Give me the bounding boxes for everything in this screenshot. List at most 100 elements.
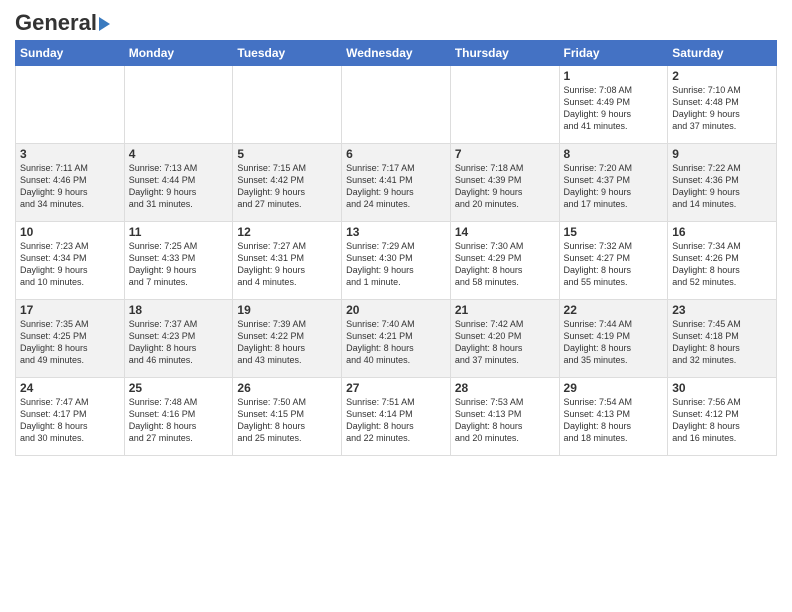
day-number: 20 [346, 303, 446, 317]
day-info: Sunrise: 7:32 AM Sunset: 4:27 PM Dayligh… [564, 240, 664, 289]
calendar-cell: 9Sunrise: 7:22 AM Sunset: 4:36 PM Daylig… [668, 144, 777, 222]
calendar-cell: 4Sunrise: 7:13 AM Sunset: 4:44 PM Daylig… [124, 144, 233, 222]
calendar-cell: 20Sunrise: 7:40 AM Sunset: 4:21 PM Dayli… [342, 300, 451, 378]
day-info: Sunrise: 7:29 AM Sunset: 4:30 PM Dayligh… [346, 240, 446, 289]
day-info: Sunrise: 7:11 AM Sunset: 4:46 PM Dayligh… [20, 162, 120, 211]
day-number: 10 [20, 225, 120, 239]
calendar-cell [124, 66, 233, 144]
calendar-cell: 12Sunrise: 7:27 AM Sunset: 4:31 PM Dayli… [233, 222, 342, 300]
day-number: 22 [564, 303, 664, 317]
calendar-cell: 28Sunrise: 7:53 AM Sunset: 4:13 PM Dayli… [450, 378, 559, 456]
day-info: Sunrise: 7:34 AM Sunset: 4:26 PM Dayligh… [672, 240, 772, 289]
page-header: General [15, 10, 777, 32]
calendar-cell: 5Sunrise: 7:15 AM Sunset: 4:42 PM Daylig… [233, 144, 342, 222]
day-info: Sunrise: 7:54 AM Sunset: 4:13 PM Dayligh… [564, 396, 664, 445]
calendar-cell: 30Sunrise: 7:56 AM Sunset: 4:12 PM Dayli… [668, 378, 777, 456]
calendar-cell: 16Sunrise: 7:34 AM Sunset: 4:26 PM Dayli… [668, 222, 777, 300]
day-info: Sunrise: 7:44 AM Sunset: 4:19 PM Dayligh… [564, 318, 664, 367]
day-info: Sunrise: 7:53 AM Sunset: 4:13 PM Dayligh… [455, 396, 555, 445]
day-info: Sunrise: 7:47 AM Sunset: 4:17 PM Dayligh… [20, 396, 120, 445]
day-number: 1 [564, 69, 664, 83]
day-info: Sunrise: 7:35 AM Sunset: 4:25 PM Dayligh… [20, 318, 120, 367]
day-number: 21 [455, 303, 555, 317]
calendar-header-row: SundayMondayTuesdayWednesdayThursdayFrid… [16, 41, 777, 66]
calendar-cell: 18Sunrise: 7:37 AM Sunset: 4:23 PM Dayli… [124, 300, 233, 378]
day-number: 27 [346, 381, 446, 395]
calendar-cell: 3Sunrise: 7:11 AM Sunset: 4:46 PM Daylig… [16, 144, 125, 222]
day-info: Sunrise: 7:15 AM Sunset: 4:42 PM Dayligh… [237, 162, 337, 211]
day-number: 4 [129, 147, 229, 161]
calendar-cell: 8Sunrise: 7:20 AM Sunset: 4:37 PM Daylig… [559, 144, 668, 222]
calendar-cell: 22Sunrise: 7:44 AM Sunset: 4:19 PM Dayli… [559, 300, 668, 378]
calendar-week-row: 24Sunrise: 7:47 AM Sunset: 4:17 PM Dayli… [16, 378, 777, 456]
calendar-cell: 6Sunrise: 7:17 AM Sunset: 4:41 PM Daylig… [342, 144, 451, 222]
calendar-cell [16, 66, 125, 144]
day-info: Sunrise: 7:56 AM Sunset: 4:12 PM Dayligh… [672, 396, 772, 445]
day-number: 3 [20, 147, 120, 161]
calendar-cell: 2Sunrise: 7:10 AM Sunset: 4:48 PM Daylig… [668, 66, 777, 144]
day-number: 6 [346, 147, 446, 161]
calendar-week-row: 1Sunrise: 7:08 AM Sunset: 4:49 PM Daylig… [16, 66, 777, 144]
day-number: 9 [672, 147, 772, 161]
weekday-header: Saturday [668, 41, 777, 66]
day-info: Sunrise: 7:39 AM Sunset: 4:22 PM Dayligh… [237, 318, 337, 367]
day-info: Sunrise: 7:23 AM Sunset: 4:34 PM Dayligh… [20, 240, 120, 289]
weekday-header: Friday [559, 41, 668, 66]
day-info: Sunrise: 7:10 AM Sunset: 4:48 PM Dayligh… [672, 84, 772, 133]
logo-general: General [15, 10, 97, 36]
day-info: Sunrise: 7:37 AM Sunset: 4:23 PM Dayligh… [129, 318, 229, 367]
weekday-header: Tuesday [233, 41, 342, 66]
day-number: 13 [346, 225, 446, 239]
day-info: Sunrise: 7:20 AM Sunset: 4:37 PM Dayligh… [564, 162, 664, 211]
weekday-header: Monday [124, 41, 233, 66]
day-number: 2 [672, 69, 772, 83]
day-info: Sunrise: 7:42 AM Sunset: 4:20 PM Dayligh… [455, 318, 555, 367]
calendar-week-row: 3Sunrise: 7:11 AM Sunset: 4:46 PM Daylig… [16, 144, 777, 222]
day-number: 30 [672, 381, 772, 395]
weekday-header: Thursday [450, 41, 559, 66]
calendar-cell [450, 66, 559, 144]
calendar-week-row: 10Sunrise: 7:23 AM Sunset: 4:34 PM Dayli… [16, 222, 777, 300]
page-container: General SundayMondayTuesdayWednesdayThur… [0, 0, 792, 461]
day-number: 26 [237, 381, 337, 395]
day-number: 11 [129, 225, 229, 239]
logo: General [15, 10, 110, 32]
calendar-cell: 26Sunrise: 7:50 AM Sunset: 4:15 PM Dayli… [233, 378, 342, 456]
day-info: Sunrise: 7:30 AM Sunset: 4:29 PM Dayligh… [455, 240, 555, 289]
calendar-cell: 1Sunrise: 7:08 AM Sunset: 4:49 PM Daylig… [559, 66, 668, 144]
day-number: 16 [672, 225, 772, 239]
day-info: Sunrise: 7:27 AM Sunset: 4:31 PM Dayligh… [237, 240, 337, 289]
day-info: Sunrise: 7:13 AM Sunset: 4:44 PM Dayligh… [129, 162, 229, 211]
calendar-cell: 10Sunrise: 7:23 AM Sunset: 4:34 PM Dayli… [16, 222, 125, 300]
day-number: 24 [20, 381, 120, 395]
calendar-cell: 15Sunrise: 7:32 AM Sunset: 4:27 PM Dayli… [559, 222, 668, 300]
calendar-week-row: 17Sunrise: 7:35 AM Sunset: 4:25 PM Dayli… [16, 300, 777, 378]
calendar-body: 1Sunrise: 7:08 AM Sunset: 4:49 PM Daylig… [16, 66, 777, 456]
day-info: Sunrise: 7:45 AM Sunset: 4:18 PM Dayligh… [672, 318, 772, 367]
weekday-header: Wednesday [342, 41, 451, 66]
calendar-table: SundayMondayTuesdayWednesdayThursdayFrid… [15, 40, 777, 456]
calendar-cell: 14Sunrise: 7:30 AM Sunset: 4:29 PM Dayli… [450, 222, 559, 300]
day-info: Sunrise: 7:22 AM Sunset: 4:36 PM Dayligh… [672, 162, 772, 211]
day-info: Sunrise: 7:18 AM Sunset: 4:39 PM Dayligh… [455, 162, 555, 211]
day-info: Sunrise: 7:25 AM Sunset: 4:33 PM Dayligh… [129, 240, 229, 289]
day-number: 25 [129, 381, 229, 395]
calendar-cell: 21Sunrise: 7:42 AM Sunset: 4:20 PM Dayli… [450, 300, 559, 378]
day-info: Sunrise: 7:17 AM Sunset: 4:41 PM Dayligh… [346, 162, 446, 211]
day-info: Sunrise: 7:48 AM Sunset: 4:16 PM Dayligh… [129, 396, 229, 445]
day-number: 19 [237, 303, 337, 317]
day-info: Sunrise: 7:50 AM Sunset: 4:15 PM Dayligh… [237, 396, 337, 445]
day-number: 14 [455, 225, 555, 239]
calendar-cell [342, 66, 451, 144]
day-number: 7 [455, 147, 555, 161]
day-number: 29 [564, 381, 664, 395]
day-number: 8 [564, 147, 664, 161]
day-info: Sunrise: 7:51 AM Sunset: 4:14 PM Dayligh… [346, 396, 446, 445]
weekday-header: Sunday [16, 41, 125, 66]
day-number: 18 [129, 303, 229, 317]
day-info: Sunrise: 7:40 AM Sunset: 4:21 PM Dayligh… [346, 318, 446, 367]
calendar-cell: 7Sunrise: 7:18 AM Sunset: 4:39 PM Daylig… [450, 144, 559, 222]
calendar-cell: 13Sunrise: 7:29 AM Sunset: 4:30 PM Dayli… [342, 222, 451, 300]
calendar-cell: 19Sunrise: 7:39 AM Sunset: 4:22 PM Dayli… [233, 300, 342, 378]
day-number: 15 [564, 225, 664, 239]
